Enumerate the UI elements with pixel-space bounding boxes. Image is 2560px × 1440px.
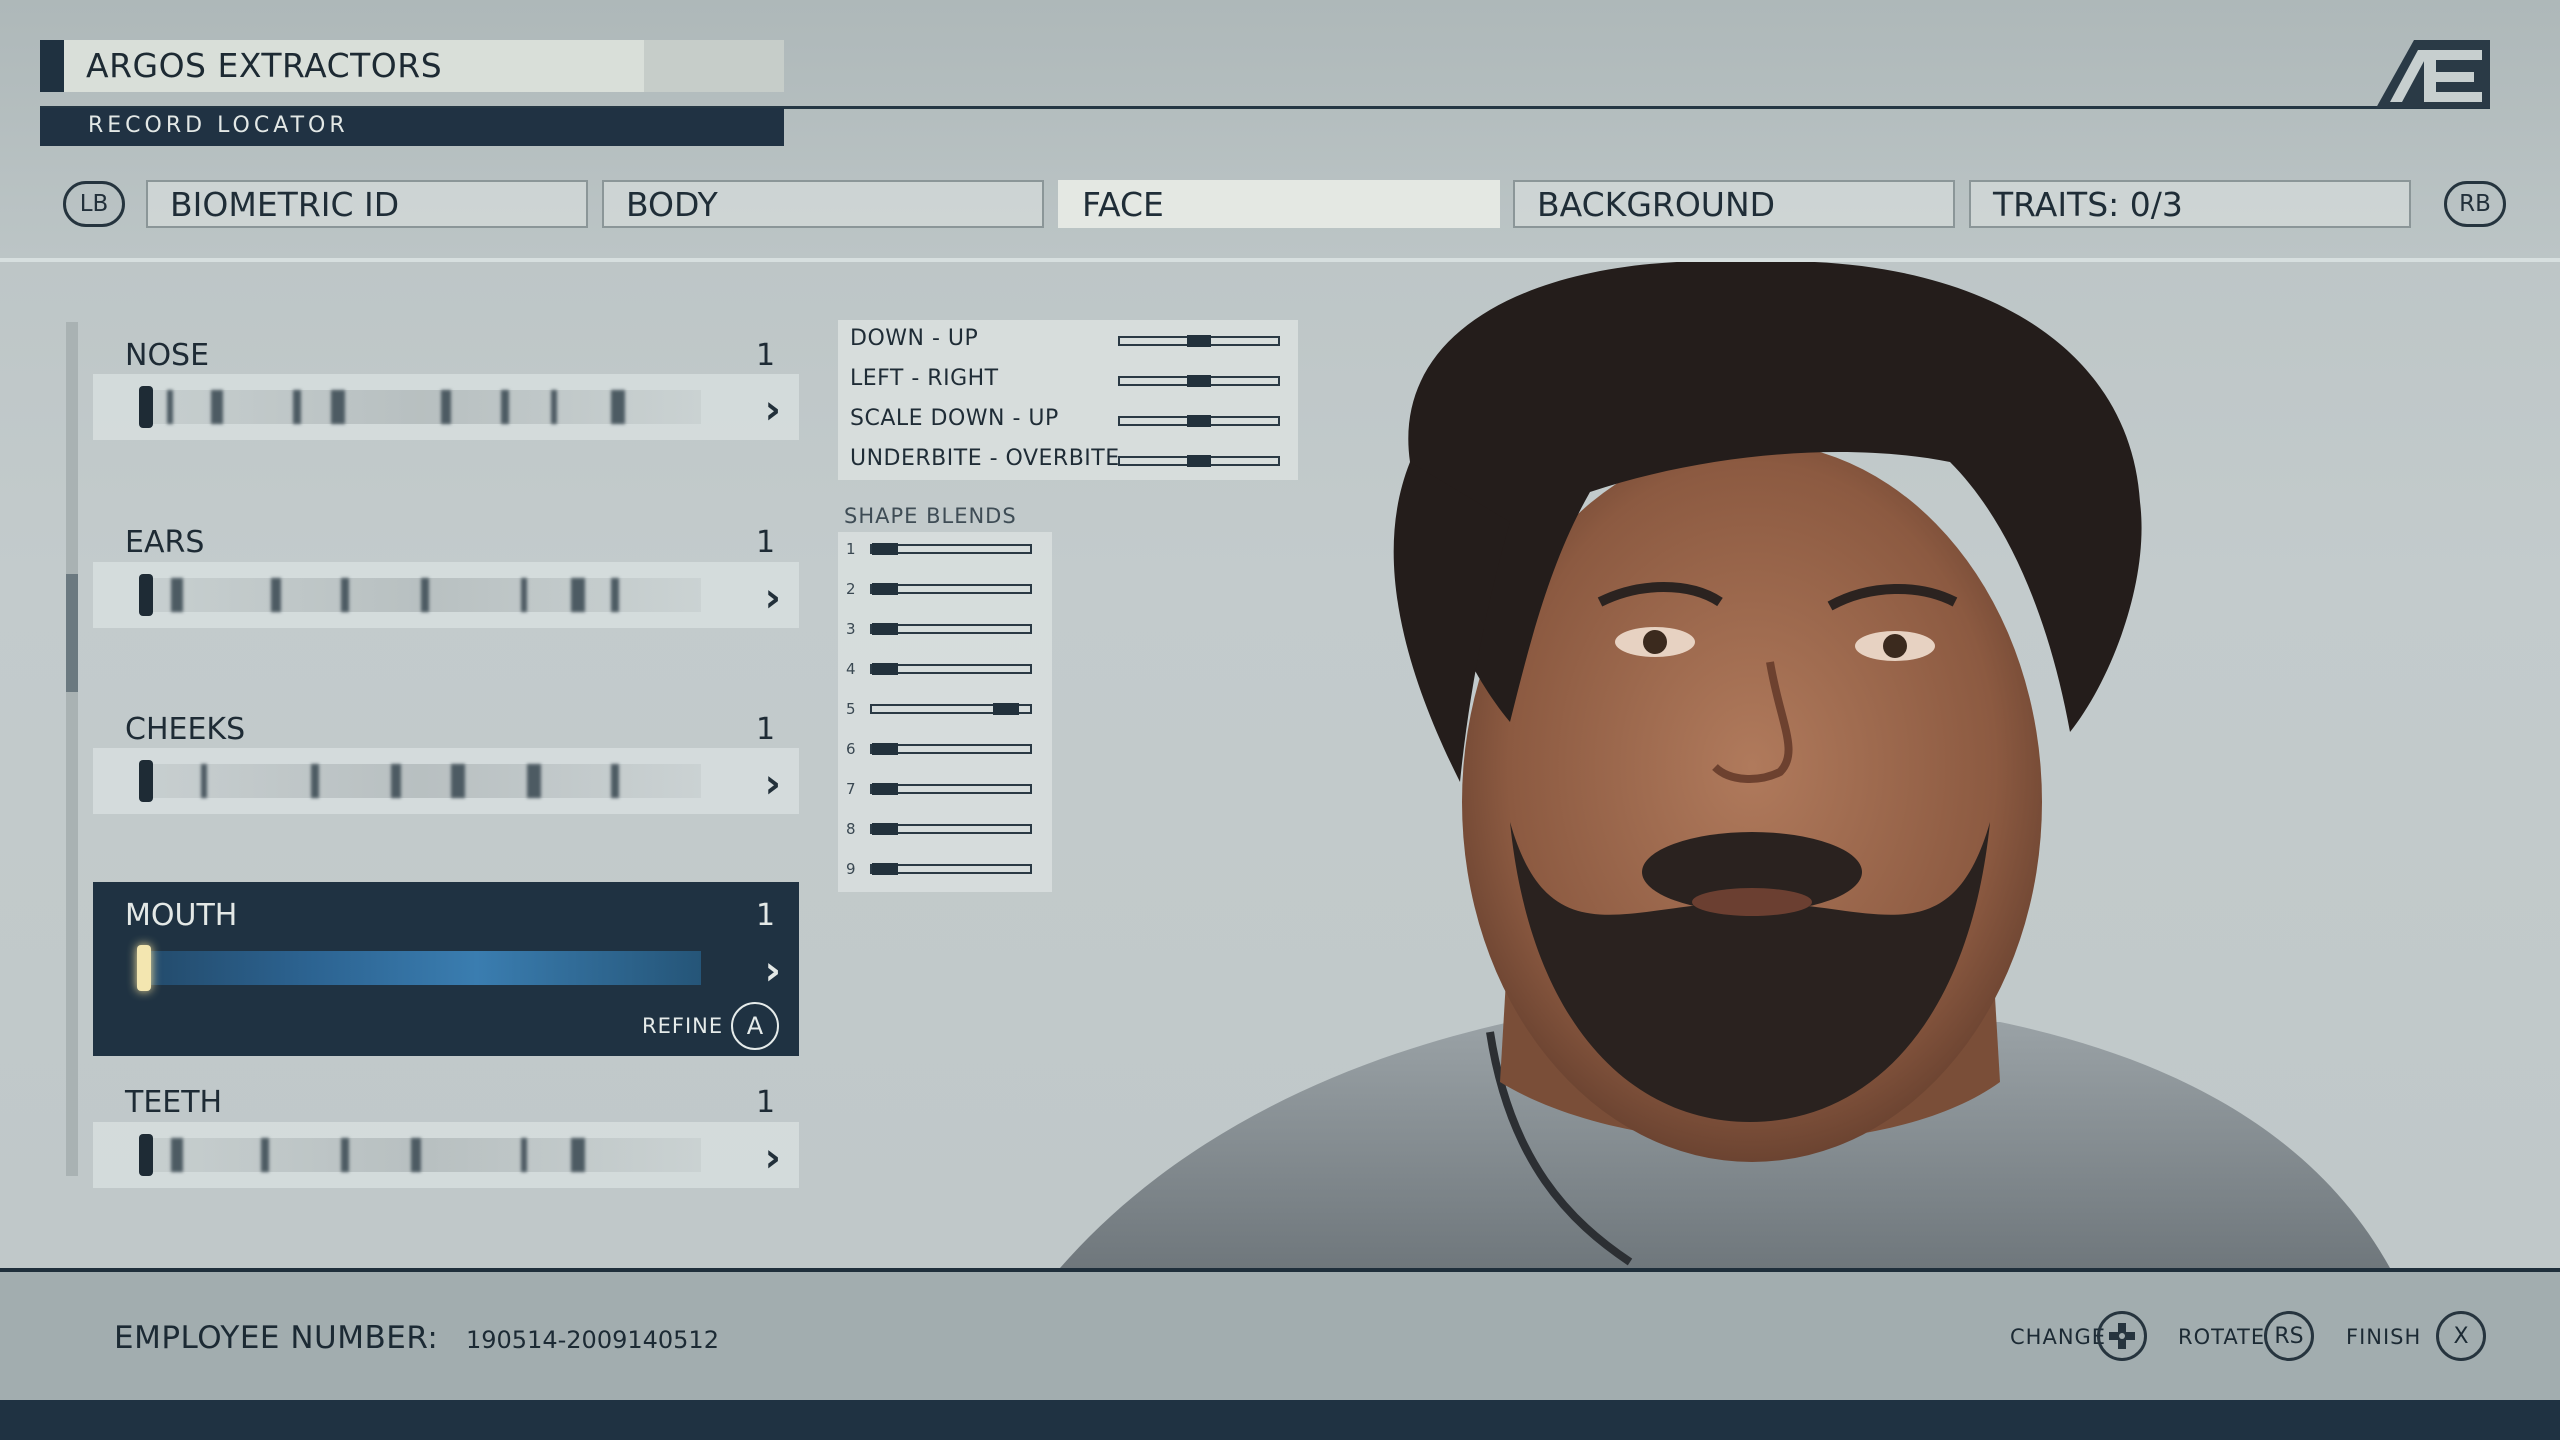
dpad-icon[interactable] <box>2097 1311 2147 1361</box>
rotate-hint-label: ROTATE <box>2178 1325 2266 1349</box>
refine-label: REFINE <box>642 1014 724 1038</box>
company-name: ARGOS EXTRACTORS <box>86 46 443 85</box>
blend-slider-5[interactable] <box>870 703 1032 715</box>
blend-slider-7[interactable] <box>870 783 1032 795</box>
feature-selector-nose[interactable]: › <box>93 374 799 440</box>
refine-a-button[interactable]: A <box>731 1002 779 1050</box>
slider-left-right[interactable] <box>1118 375 1280 387</box>
blend-slider-3[interactable] <box>870 623 1032 635</box>
feature-label-cheeks: CHEEKS <box>125 712 246 747</box>
blend-slider-9[interactable] <box>870 863 1032 875</box>
slider-down-up[interactable] <box>1118 335 1280 347</box>
slider-scale-down-up[interactable] <box>1118 415 1280 427</box>
feature-label-mouth: MOUTH <box>125 898 238 933</box>
constellation-logo-icon <box>2376 40 2490 108</box>
slider-underbite-overbite[interactable] <box>1118 455 1280 467</box>
chevron-right-icon[interactable]: › <box>765 948 781 994</box>
feature-selector-cheeks[interactable]: › <box>93 748 799 814</box>
employee-number-label: EMPLOYEE NUMBER: <box>114 1320 439 1356</box>
tab-face[interactable]: FACE <box>1058 180 1500 228</box>
feature-selector-mouth[interactable]: › <box>93 935 799 1001</box>
slider-label: LEFT - RIGHT <box>850 366 999 391</box>
tab-background[interactable]: BACKGROUND <box>1513 180 1955 228</box>
blend-label: 9 <box>846 860 856 878</box>
feature-count-cheeks: 1 <box>756 712 776 747</box>
slider-label: UNDERBITE - OVERBITE <box>850 446 1120 471</box>
change-hint-label: CHANGE <box>2010 1325 2107 1349</box>
tab-biometric-id[interactable]: BIOMETRIC ID <box>146 180 588 228</box>
blend-label: 3 <box>846 620 856 638</box>
chevron-right-icon[interactable]: › <box>765 575 781 621</box>
chevron-right-icon[interactable]: › <box>765 761 781 807</box>
feature-label-ears: EARS <box>125 525 205 560</box>
blend-slider-8[interactable] <box>870 823 1032 835</box>
tab-traits[interactable]: TRAITS: 0/3 <box>1969 180 2411 228</box>
rb-bumper-button[interactable]: RB <box>2444 181 2506 227</box>
rs-stick-button[interactable]: RS <box>2264 1311 2314 1361</box>
feature-count-ears: 1 <box>756 525 776 560</box>
x-button[interactable]: X <box>2436 1311 2486 1361</box>
feature-count-mouth: 1 <box>756 898 776 933</box>
slider-label: SCALE DOWN - UP <box>850 406 1059 431</box>
blend-label: 7 <box>846 780 856 798</box>
record-locator-label: RECORD LOCATOR <box>88 113 349 138</box>
blend-label: 4 <box>846 660 856 678</box>
chevron-right-icon[interactable]: › <box>765 387 781 433</box>
feature-selector-ears[interactable]: › <box>93 562 799 628</box>
blend-label: 2 <box>846 580 856 598</box>
blend-label: 8 <box>846 820 856 838</box>
feature-list-scrollbar[interactable] <box>66 322 78 1176</box>
shape-blends-panel: 1 2 3 4 5 6 7 8 9 <box>838 532 1052 892</box>
footer-strip <box>0 1400 2560 1440</box>
tab-body[interactable]: BODY <box>602 180 1044 228</box>
lb-bumper-button[interactable]: LB <box>63 181 125 227</box>
chevron-right-icon[interactable]: › <box>765 1135 781 1181</box>
blend-slider-2[interactable] <box>870 583 1032 595</box>
mouth-sliders-panel: DOWN - UP LEFT - RIGHT SCALE DOWN - UP U… <box>838 320 1298 480</box>
feature-list-scroll-thumb[interactable] <box>66 574 78 692</box>
feature-label-teeth: TEETH <box>125 1085 223 1120</box>
feature-count-nose: 1 <box>756 338 776 373</box>
blend-label: 1 <box>846 540 856 558</box>
employee-number-value: 190514-2009140512 <box>466 1326 719 1354</box>
feature-count-teeth: 1 <box>756 1085 776 1120</box>
feature-selector-teeth[interactable]: › <box>93 1122 799 1188</box>
blend-label: 5 <box>846 700 856 718</box>
blend-label: 6 <box>846 740 856 758</box>
shape-blends-title: SHAPE BLENDS <box>844 504 1017 528</box>
slider-label: DOWN - UP <box>850 326 979 351</box>
finish-hint-label: FINISH <box>2346 1325 2422 1349</box>
blend-slider-6[interactable] <box>870 743 1032 755</box>
feature-label-nose: NOSE <box>125 338 210 373</box>
blend-slider-1[interactable] <box>870 543 1032 555</box>
blend-slider-4[interactable] <box>870 663 1032 675</box>
